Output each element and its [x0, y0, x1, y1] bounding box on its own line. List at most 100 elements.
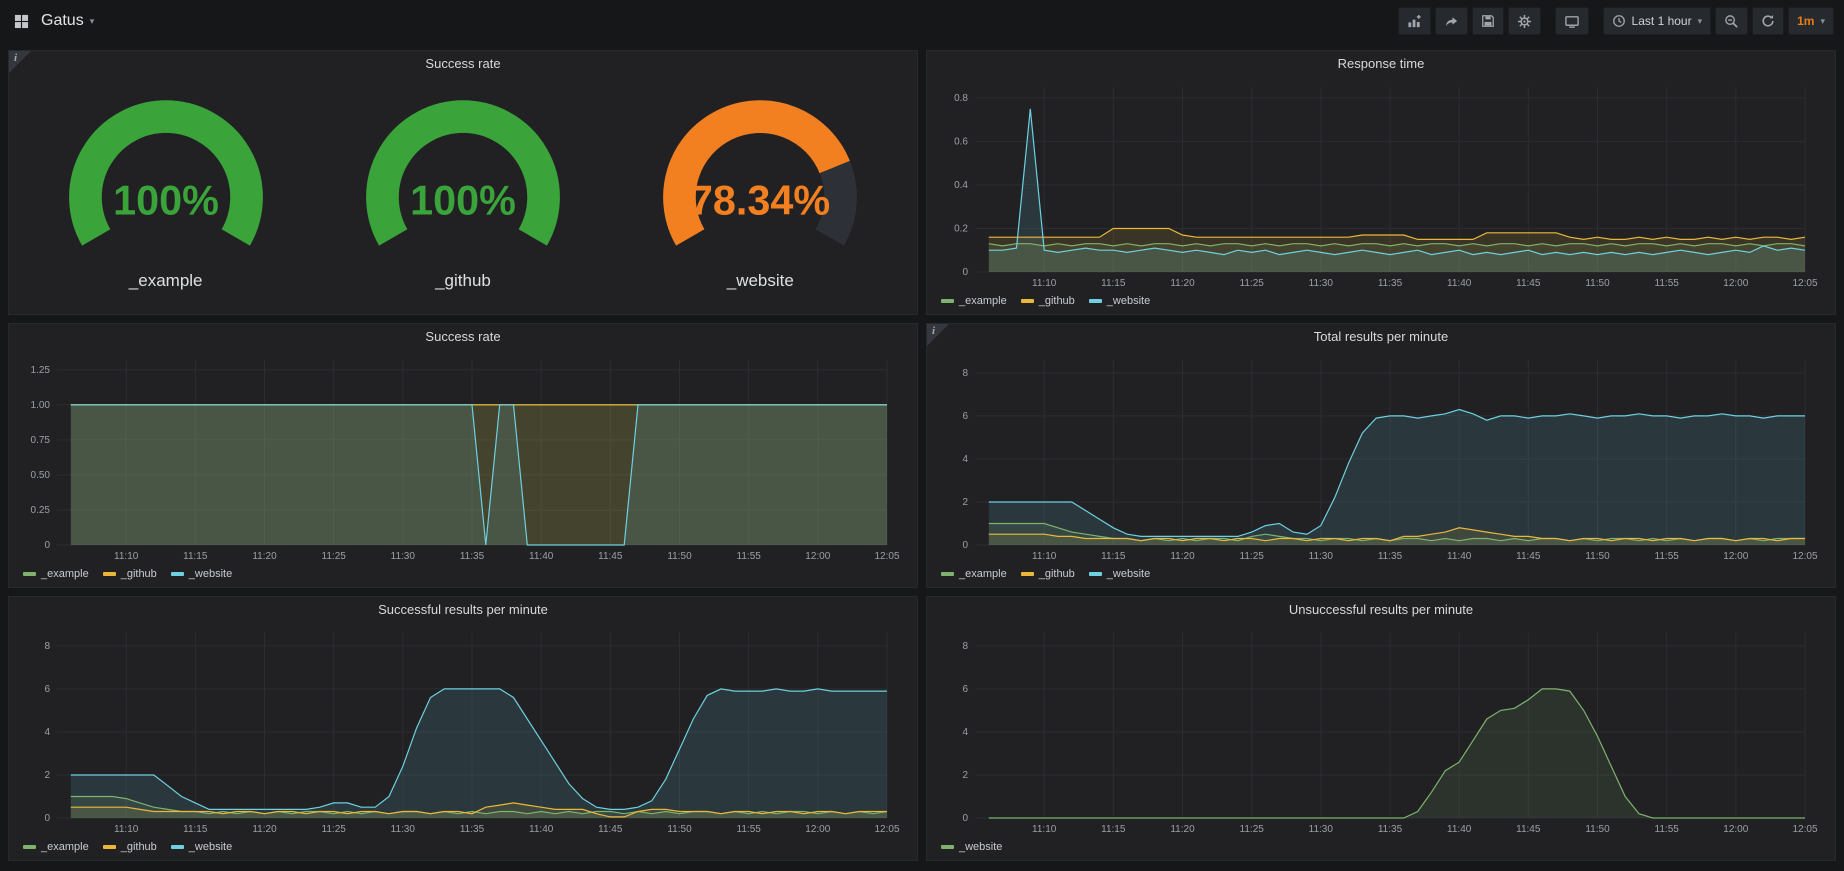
- gauges-row: 100% _example 100%_github 78.34% _website: [17, 77, 909, 310]
- svg-text:11:55: 11:55: [737, 824, 762, 835]
- legend-swatch-icon: [171, 845, 184, 849]
- legend-item-_example[interactable]: _example: [23, 568, 89, 580]
- svg-text:11:40: 11:40: [529, 551, 554, 562]
- svg-text:11:35: 11:35: [1378, 824, 1403, 835]
- panel-body: 0246811:1011:1511:2011:2511:3011:3511:40…: [9, 623, 917, 860]
- share-button[interactable]: [1435, 7, 1468, 35]
- dashboard-grid: Success rate 100% _example 100%_github 78.3…: [0, 42, 1844, 869]
- legend-label: _website: [1107, 568, 1150, 580]
- panel-body: 00.20.40.60.811:1011:1511:2011:2511:3011…: [927, 77, 1835, 314]
- svg-text:11:45: 11:45: [1516, 551, 1541, 562]
- save-button[interactable]: [1472, 7, 1504, 35]
- gauge-label: _example: [129, 271, 203, 291]
- svg-text:11:25: 11:25: [1240, 551, 1265, 562]
- svg-text:8: 8: [44, 641, 50, 652]
- panel-title[interactable]: Unsuccessful results per minute: [927, 597, 1835, 623]
- gauge-value: 100%: [113, 177, 219, 223]
- panel-body: 100% _example 100%_github 78.34% _website: [9, 77, 917, 314]
- legend-label: _github: [121, 568, 157, 580]
- svg-text:0: 0: [44, 540, 50, 551]
- svg-text:6: 6: [44, 684, 50, 695]
- svg-text:11:45: 11:45: [1516, 278, 1541, 289]
- svg-text:11:55: 11:55: [1655, 824, 1680, 835]
- svg-text:0: 0: [962, 267, 968, 278]
- successful-results-chart: 0246811:1011:1511:2011:2511:3011:3511:40…: [17, 623, 909, 838]
- refresh-button[interactable]: [1752, 7, 1784, 35]
- svg-text:1.25: 1.25: [31, 365, 51, 376]
- svg-text:11:50: 11:50: [1585, 278, 1610, 289]
- gauge-label: _github: [435, 271, 491, 291]
- graph-svg: 0246811:1011:1511:2011:2511:3011:3511:40…: [935, 350, 1827, 565]
- svg-text:11:35: 11:35: [1378, 551, 1403, 562]
- panel-title[interactable]: Successful results per minute: [9, 597, 917, 623]
- svg-text:11:40: 11:40: [1447, 824, 1472, 835]
- panel-title[interactable]: Total results per minute: [927, 324, 1835, 350]
- legend-item-_website[interactable]: _website: [171, 841, 232, 853]
- svg-text:11:35: 11:35: [460, 551, 485, 562]
- refresh-interval-label: 1m: [1797, 14, 1814, 28]
- settings-button[interactable]: [1508, 7, 1541, 35]
- svg-text:8: 8: [962, 641, 968, 652]
- panel-total-results: Total results per minute 0246811:1011:15…: [926, 323, 1836, 588]
- dashboard-title-button[interactable]: Gatus ▾: [41, 12, 94, 30]
- gauge-value: 78.34%: [690, 177, 830, 223]
- svg-text:12:05: 12:05: [1792, 278, 1817, 289]
- svg-text:11:30: 11:30: [391, 551, 416, 562]
- legend-item-_example[interactable]: _example: [941, 568, 1007, 580]
- panel-body: 0246811:1011:1511:2011:2511:3011:3511:40…: [927, 623, 1835, 860]
- svg-text:6: 6: [962, 411, 968, 422]
- tv-group: [1555, 7, 1589, 35]
- legend-swatch-icon: [941, 572, 954, 576]
- legend-label: _website: [189, 841, 232, 853]
- legend-item-_github[interactable]: _github: [103, 568, 157, 580]
- legend-swatch-icon: [23, 572, 36, 576]
- svg-text:0.2: 0.2: [954, 224, 968, 235]
- svg-text:11:25: 11:25: [1240, 278, 1265, 289]
- caret-down-icon: ▾: [1698, 17, 1703, 26]
- panel-title[interactable]: Success rate: [9, 51, 917, 77]
- time-picker-button[interactable]: Last 1 hour ▾: [1603, 7, 1712, 35]
- legend-item-_github[interactable]: _github: [1021, 295, 1075, 307]
- tv-mode-button[interactable]: [1555, 7, 1589, 35]
- svg-text:4: 4: [44, 727, 50, 738]
- legend-item-_website[interactable]: _website: [1089, 295, 1150, 307]
- gauge-label: _website: [727, 271, 794, 291]
- total-results-chart: 0246811:1011:1511:2011:2511:3011:3511:40…: [935, 350, 1827, 565]
- nav-right: Last 1 hour ▾ 1m ▾: [1398, 7, 1834, 35]
- refresh-interval-button[interactable]: 1m ▾: [1788, 7, 1834, 35]
- legend-item-_website[interactable]: _website: [1089, 568, 1150, 580]
- legend-label: _github: [1039, 295, 1075, 307]
- legend-item-_website[interactable]: _website: [171, 568, 232, 580]
- svg-text:11:55: 11:55: [1655, 551, 1680, 562]
- svg-text:11:30: 11:30: [1309, 278, 1334, 289]
- legend-swatch-icon: [171, 572, 184, 576]
- add-panel-button[interactable]: [1398, 7, 1431, 35]
- svg-text:0.75: 0.75: [31, 435, 51, 446]
- svg-text:11:35: 11:35: [1378, 278, 1403, 289]
- svg-text:11:30: 11:30: [1309, 551, 1334, 562]
- legend-item-_github[interactable]: _github: [1021, 568, 1075, 580]
- legend-item-_website[interactable]: _website: [941, 841, 1002, 853]
- svg-text:11:30: 11:30: [1309, 824, 1334, 835]
- svg-text:0.6: 0.6: [954, 136, 968, 147]
- svg-text:2: 2: [962, 497, 968, 508]
- gauge-_github: 100%_github: [332, 97, 594, 291]
- svg-text:11:40: 11:40: [529, 824, 554, 835]
- svg-text:11:25: 11:25: [1240, 824, 1265, 835]
- legend-item-_example[interactable]: _example: [941, 295, 1007, 307]
- panel-title[interactable]: Response time: [927, 51, 1835, 77]
- legend-item-_example[interactable]: _example: [23, 841, 89, 853]
- svg-text:11:20: 11:20: [252, 824, 277, 835]
- zoom-out-button[interactable]: [1715, 7, 1748, 35]
- nav-left: Gatus ▾: [10, 10, 94, 33]
- panel-title[interactable]: Success rate: [9, 324, 917, 350]
- svg-text:11:15: 11:15: [1101, 824, 1126, 835]
- legend-item-_github[interactable]: _github: [103, 841, 157, 853]
- legend-label: _website: [189, 568, 232, 580]
- panel-successful-results: Successful results per minute 0246811:10…: [8, 596, 918, 861]
- svg-text:12:00: 12:00: [1723, 278, 1748, 289]
- svg-text:11:20: 11:20: [1170, 551, 1195, 562]
- svg-text:12:00: 12:00: [805, 824, 830, 835]
- dashboard-grid-icon[interactable]: [10, 10, 33, 33]
- panel-success-rate-graph: Success rate 00.250.500.751.001.2511:101…: [8, 323, 918, 588]
